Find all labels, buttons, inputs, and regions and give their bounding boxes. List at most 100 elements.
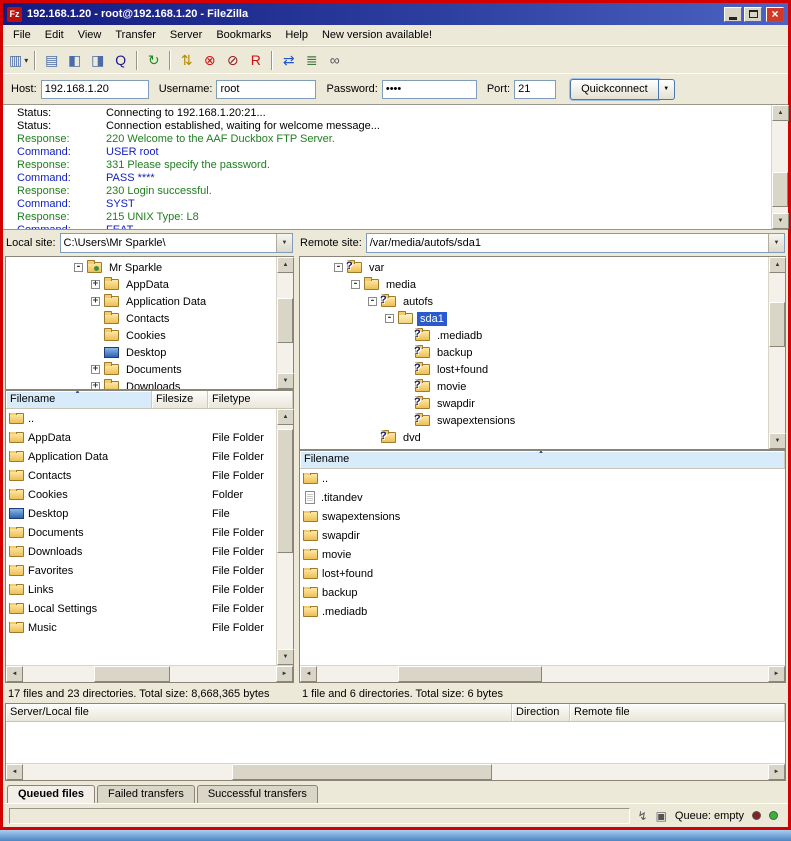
scroll-up-button[interactable]: ▲ <box>277 257 294 273</box>
file-row[interactable]: backup <box>300 583 785 602</box>
file-row[interactable]: .mediadb <box>300 602 785 621</box>
host-input[interactable] <box>41 80 149 99</box>
queue-column-remote-file[interactable]: Remote file <box>570 704 785 721</box>
port-input[interactable] <box>514 80 556 99</box>
tree-item[interactable]: +Application Data <box>6 293 276 310</box>
column-header-filename[interactable]: Filename▲ <box>300 451 785 468</box>
scrollbar-track[interactable] <box>317 666 768 682</box>
scroll-up-button[interactable]: ▲ <box>769 257 786 273</box>
file-row[interactable]: DocumentsFile Folder <box>6 523 276 542</box>
tree-item[interactable]: -media <box>300 276 768 293</box>
menu-item-bookmarks[interactable]: Bookmarks <box>209 26 278 44</box>
local-site-combo[interactable]: C:\Users\Mr Sparkle\ ▼ <box>60 233 293 253</box>
message-log[interactable]: Status:Connecting to 192.168.1.20:21...S… <box>3 105 771 229</box>
column-header-filename[interactable]: Filename▲ <box>6 391 152 408</box>
directory-comparison-button[interactable]: ⇄ <box>277 49 300 71</box>
file-row[interactable]: Local SettingsFile Folder <box>6 599 276 618</box>
scroll-right-button[interactable]: ► <box>768 666 785 682</box>
queue-hscrollbar[interactable]: ◄► <box>6 763 785 780</box>
file-row[interactable]: DownloadsFile Folder <box>6 542 276 561</box>
toggle-remote-tree-button[interactable]: ◨ <box>86 49 109 71</box>
file-row[interactable]: ContactsFile Folder <box>6 466 276 485</box>
scrollbar-track[interactable] <box>277 425 293 649</box>
menu-item-file[interactable]: File <box>6 26 38 44</box>
tree-item[interactable]: ?dvd <box>300 429 768 446</box>
close-button[interactable]: × <box>766 7 784 22</box>
scroll-up-button[interactable]: ▲ <box>772 105 789 121</box>
menu-item-view[interactable]: View <box>71 26 109 44</box>
queue-body[interactable] <box>6 722 785 763</box>
file-row[interactable]: lost+found <box>300 564 785 583</box>
synchronized-browsing-button[interactable]: ≣ <box>300 49 323 71</box>
scrollbar-track[interactable] <box>277 273 293 373</box>
file-row[interactable]: FavoritesFile Folder <box>6 561 276 580</box>
scroll-down-button[interactable]: ▼ <box>772 213 789 229</box>
menu-item-edit[interactable]: Edit <box>38 26 71 44</box>
scrollbar-track[interactable] <box>23 764 768 780</box>
tree-expand-icon[interactable]: + <box>91 382 100 389</box>
file-row[interactable]: swapextensions <box>300 507 785 526</box>
tree-expand-icon[interactable]: + <box>91 365 100 374</box>
speed-limits-icon[interactable]: ↯ <box>638 809 648 823</box>
tab-successful-transfers[interactable]: Successful transfers <box>197 785 318 803</box>
file-row[interactable]: MusicFile Folder <box>6 618 276 637</box>
file-row[interactable]: .. <box>6 409 276 428</box>
scrollbar-thumb[interactable] <box>232 764 493 780</box>
queue-column-server-local-file[interactable]: Server/Local file <box>6 704 512 721</box>
tree-item[interactable]: +Documents <box>6 361 276 378</box>
tree-item[interactable]: -Mr Sparkle <box>6 259 276 276</box>
tree-item[interactable]: ?swapextensions <box>300 412 768 429</box>
title-bar[interactable]: Fz 192.168.1.20 - root@192.168.1.20 - Fi… <box>3 3 788 25</box>
scrollbar-track[interactable] <box>772 121 788 213</box>
filename-filters-button[interactable]: Q <box>109 49 132 71</box>
tree-collapse-icon[interactable]: - <box>385 314 394 323</box>
queue-view-icon[interactable]: ▣ <box>656 809 667 823</box>
tree-item[interactable]: +AppData <box>6 276 276 293</box>
disconnect-button[interactable]: ⊘ <box>221 49 244 71</box>
tree-item[interactable]: ?swapdir <box>300 395 768 412</box>
scroll-right-button[interactable]: ► <box>768 764 785 780</box>
menu-item-server[interactable]: Server <box>163 26 209 44</box>
remote-site-combo[interactable]: /var/media/autofs/sda1 ▼ <box>366 233 785 253</box>
scroll-left-button[interactable]: ◄ <box>6 764 23 780</box>
scrollbar-thumb[interactable] <box>277 298 293 343</box>
scrollbar-thumb[interactable] <box>277 429 293 552</box>
remote-list-hscrollbar[interactable]: ◄► <box>300 665 785 682</box>
toggle-local-tree-button[interactable]: ◧ <box>63 49 86 71</box>
menu-item-help[interactable]: Help <box>278 26 315 44</box>
tree-item[interactable]: -sda1 <box>300 310 768 327</box>
scroll-left-button[interactable]: ◄ <box>300 666 317 682</box>
file-row[interactable]: movie <box>300 545 785 564</box>
local-list-scrollbar[interactable]: ▲▼ <box>276 409 293 665</box>
file-row[interactable]: .. <box>300 469 785 488</box>
scrollbar-track[interactable] <box>769 273 785 433</box>
scroll-down-button[interactable]: ▼ <box>277 373 294 389</box>
queue-column-direction[interactable]: Direction <box>512 704 570 721</box>
reconnect-button[interactable]: R <box>244 49 267 71</box>
tree-item[interactable]: Desktop <box>6 344 276 361</box>
process-queue-button[interactable]: ⇅ <box>175 49 198 71</box>
find-files-button[interactable]: ∞ <box>323 49 346 71</box>
scrollbar-thumb[interactable] <box>398 666 542 682</box>
cancel-button[interactable]: ⊗ <box>198 49 221 71</box>
tree-expand-icon[interactable]: + <box>91 297 100 306</box>
menu-item-new-version-available[interactable]: New version available! <box>315 26 439 44</box>
quickconnect-dropdown-button[interactable]: ▼ <box>659 79 675 100</box>
column-header-filesize[interactable]: Filesize <box>152 391 208 408</box>
refresh-button[interactable]: ↻ <box>142 49 165 71</box>
toggle-message-log-button[interactable]: ▤ <box>40 49 63 71</box>
tree-item[interactable]: -?autofs <box>300 293 768 310</box>
maximize-button[interactable] <box>744 7 762 22</box>
username-input[interactable] <box>216 80 316 99</box>
tree-item[interactable]: -?var <box>300 259 768 276</box>
file-row[interactable]: Application DataFile Folder <box>6 447 276 466</box>
minimize-button[interactable] <box>724 7 742 22</box>
tree-collapse-icon[interactable]: - <box>368 297 377 306</box>
scrollbar-thumb[interactable] <box>94 666 170 682</box>
tab-queued-files[interactable]: Queued files <box>7 785 95 803</box>
file-row[interactable]: DesktopFile <box>6 504 276 523</box>
file-row[interactable]: CookiesFolder <box>6 485 276 504</box>
scroll-right-button[interactable]: ► <box>276 666 293 682</box>
site-manager-button[interactable]: ▥▾ <box>7 49 30 71</box>
file-row[interactable]: AppDataFile Folder <box>6 428 276 447</box>
